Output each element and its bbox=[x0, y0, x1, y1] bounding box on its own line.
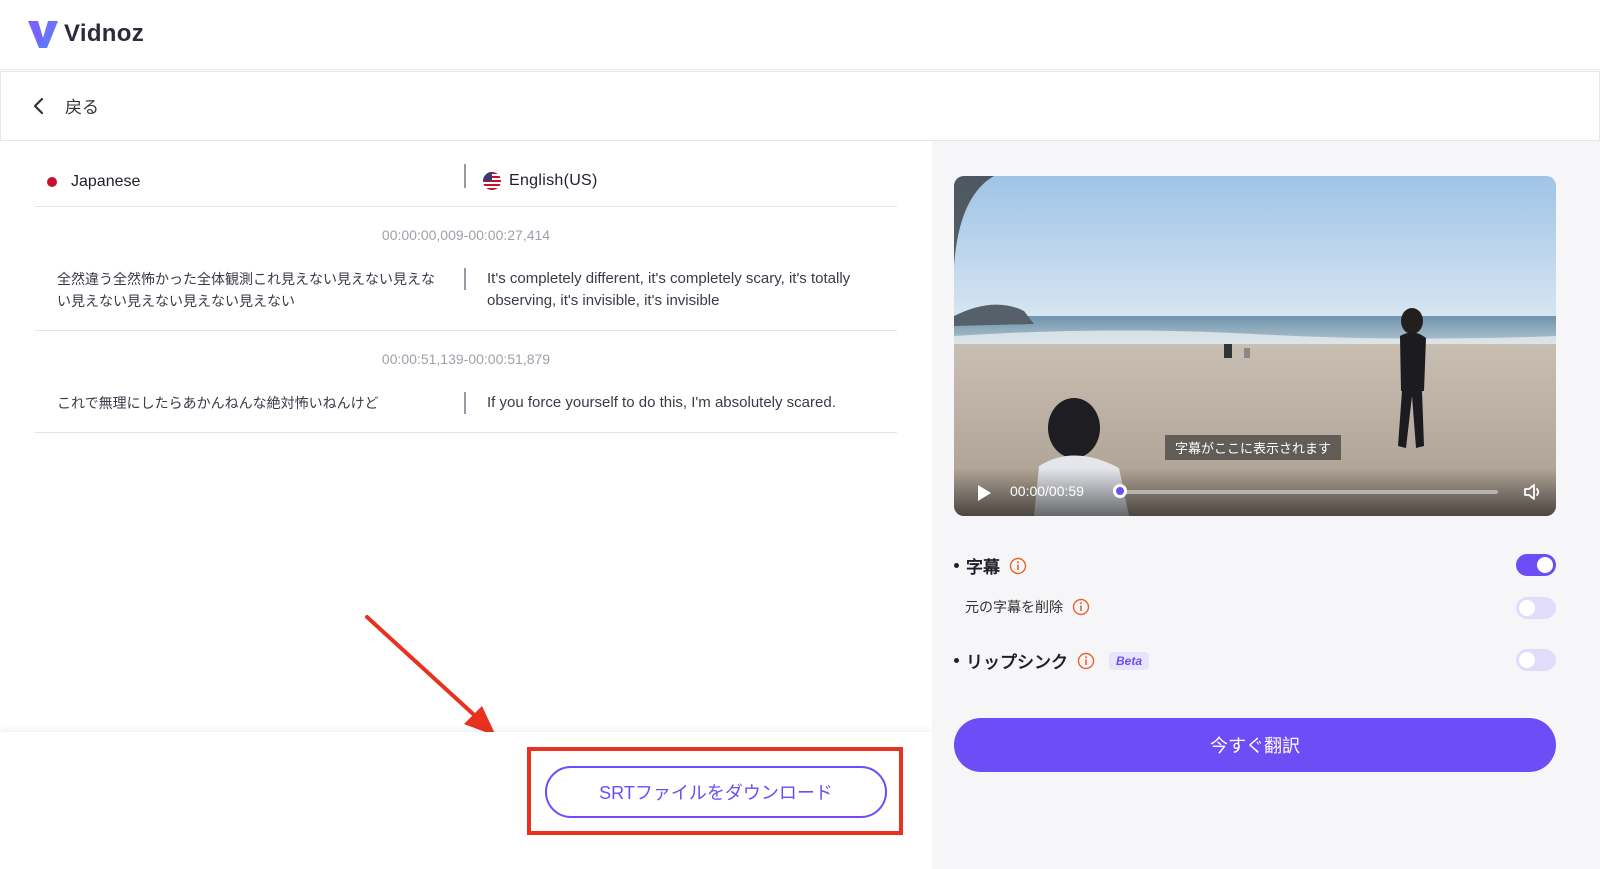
subtitle-segment[interactable]: 00:00:51,139-00:00:51,879 これで無理にしたらあかんねん… bbox=[35, 331, 897, 433]
toggle-knob bbox=[1519, 652, 1535, 668]
bullet bbox=[954, 658, 959, 663]
video-player[interactable]: 字幕がここに表示されます 00:00/00:59 bbox=[954, 176, 1556, 516]
lipsync-option: リップシンク Beta bbox=[954, 648, 1150, 673]
source-language: Japanese bbox=[47, 173, 140, 191]
chevron-left-icon bbox=[33, 97, 44, 114]
divider bbox=[464, 164, 466, 188]
info-icon[interactable] bbox=[1072, 598, 1090, 616]
play-icon[interactable] bbox=[976, 484, 992, 502]
seek-handle[interactable] bbox=[1113, 484, 1127, 498]
remove-original-label: 元の字幕を削除 bbox=[965, 599, 1063, 615]
segment-target-text[interactable]: It's completely different, it's complete… bbox=[487, 268, 887, 312]
preview-panel: 字幕がここに表示されます 00:00/00:59 字幕 元の字幕を削除 リップシ… bbox=[932, 141, 1600, 869]
editor-footer: SRTファイルをダウンロード bbox=[0, 732, 932, 869]
logo-text: Vidnoz bbox=[64, 20, 145, 47]
subtitle-segment[interactable]: 00:00:00,009-00:00:27,414 全然違う全然怖かった全体観測… bbox=[35, 207, 897, 331]
volume-icon[interactable] bbox=[1522, 481, 1544, 503]
segment-timecode: 00:00:51,139-00:00:51,879 bbox=[381, 351, 551, 367]
back-bar: 戻る bbox=[0, 71, 1600, 141]
subtitles-label: 字幕 bbox=[966, 558, 1000, 577]
lipsync-toggle[interactable] bbox=[1516, 649, 1556, 671]
seek-bar[interactable] bbox=[1120, 490, 1498, 494]
divider bbox=[464, 392, 466, 414]
subtitle-preview-caption: 字幕がここに表示されます bbox=[1165, 435, 1342, 460]
remove-original-option: 元の字幕を削除 bbox=[965, 597, 1090, 617]
back-label: 戻る bbox=[65, 98, 99, 117]
toggle-knob bbox=[1537, 557, 1553, 573]
back-button[interactable]: 戻る bbox=[31, 93, 99, 118]
subtitles-toggle[interactable] bbox=[1516, 554, 1556, 576]
target-language-label: English(US) bbox=[509, 172, 598, 189]
remove-original-toggle[interactable] bbox=[1516, 597, 1556, 619]
translate-now-button[interactable]: 今すぐ翻訳 bbox=[954, 718, 1556, 772]
player-controls: 00:00/00:59 bbox=[954, 468, 1556, 516]
divider bbox=[464, 268, 466, 290]
us-flag-icon bbox=[483, 172, 501, 190]
info-icon[interactable] bbox=[1077, 652, 1095, 670]
segment-source-text[interactable]: 全然違う全然怖かった全体観測これ見えない見えない見えない見えない見えない見えない… bbox=[57, 268, 447, 312]
top-header: Vidnoz bbox=[0, 0, 1600, 70]
toggle-knob bbox=[1519, 600, 1535, 616]
source-language-label: Japanese bbox=[71, 173, 141, 190]
playback-time: 00:00/00:59 bbox=[1010, 483, 1084, 499]
target-language: English(US) bbox=[483, 172, 598, 190]
vidnoz-logo-icon bbox=[28, 21, 58, 48]
lipsync-label: リップシンク bbox=[966, 653, 1068, 672]
segment-target-text[interactable]: If you force yourself to do this, I'm ab… bbox=[487, 392, 887, 414]
info-icon[interactable] bbox=[1009, 557, 1027, 575]
download-srt-button[interactable]: SRTファイルをダウンロード bbox=[545, 766, 887, 818]
segment-source-text[interactable]: これで無理にしたらあかんねんな絶対怖いねんけど bbox=[57, 392, 447, 414]
subtitles-option: 字幕 bbox=[954, 553, 1027, 578]
bullet bbox=[954, 563, 959, 568]
segment-timecode: 00:00:00,009-00:00:27,414 bbox=[381, 227, 551, 243]
annotation-arrow-icon bbox=[365, 615, 496, 736]
video-frame bbox=[954, 176, 1556, 516]
japan-dot-icon bbox=[47, 177, 57, 187]
beta-badge: Beta bbox=[1109, 651, 1150, 670]
vidnoz-logo[interactable]: Vidnoz bbox=[25, 16, 144, 52]
language-header: Japanese English(US) bbox=[35, 156, 897, 207]
